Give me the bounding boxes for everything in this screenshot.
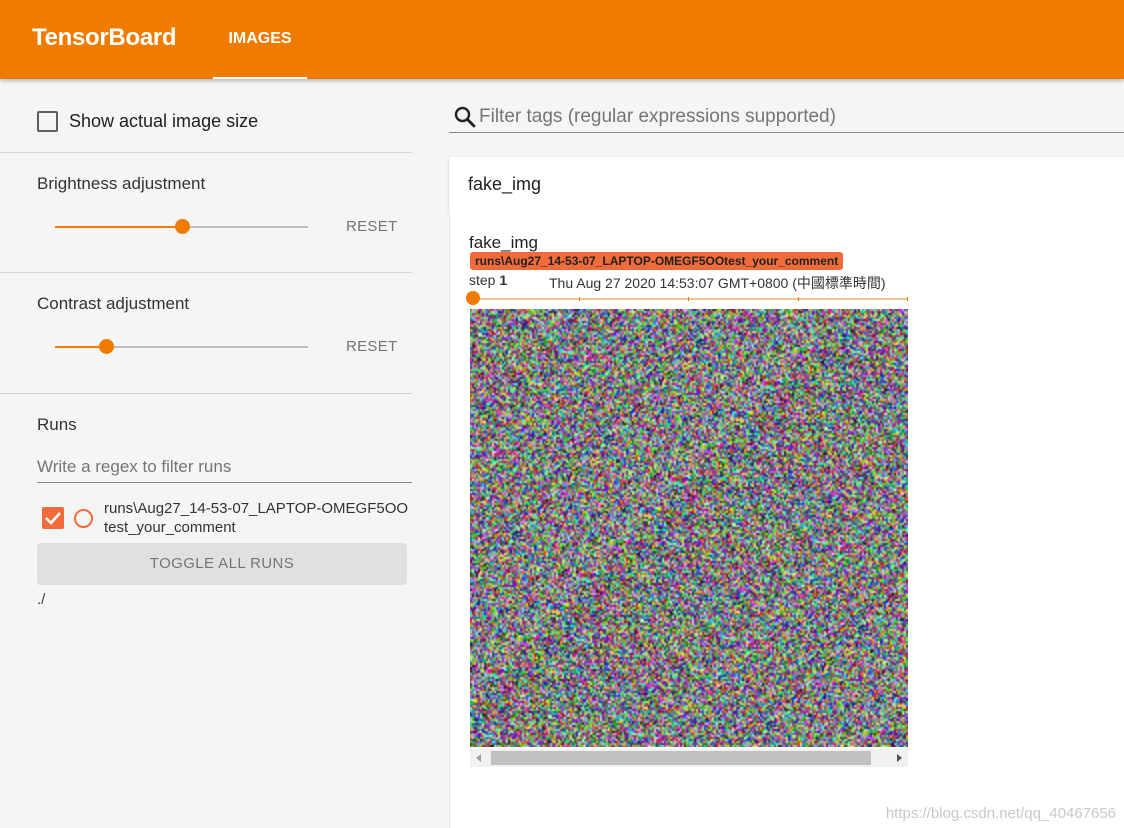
main-panel: fake_img fake_img runs\Aug27_14-53-07_LA…: [412, 79, 1124, 828]
step-label: step 1: [469, 272, 507, 288]
divider: [0, 152, 412, 153]
checkmark-icon: [45, 512, 61, 525]
step-text: step: [469, 272, 496, 288]
step-tick: [798, 297, 799, 301]
show-actual-size-checkbox[interactable]: [37, 111, 58, 132]
search-icon: [454, 106, 476, 128]
timestamp: Thu Aug 27 2020 14:53:07 GMT+0800 (中國標準時…: [549, 275, 886, 291]
tag-filter-input[interactable]: [479, 103, 1119, 131]
contrast-slider-thumb[interactable]: [99, 339, 114, 354]
brightness-slider-fill: [55, 226, 182, 228]
brightness-slider-thumb[interactable]: [175, 219, 190, 234]
run-name: runs\Aug27_14-53-07_LAPTOP-OMEGF5OOtest_…: [104, 500, 409, 536]
horizontal-scrollbar[interactable]: [470, 749, 908, 767]
scroll-left-arrow-icon[interactable]: [476, 754, 481, 762]
image-card: fake_img runs\Aug27_14-53-07_LAPTOP-OMEG…: [449, 213, 1124, 828]
show-actual-size-label: Show actual image size: [69, 111, 259, 131]
app-header: TensorBoard IMAGES: [0, 0, 1124, 79]
run-chip: runs\Aug27_14-53-07_LAPTOP-OMEGF5OOtest_…: [470, 252, 844, 270]
tab-images[interactable]: IMAGES: [213, 0, 307, 79]
brightness-label: Brightness adjustment: [37, 174, 206, 193]
divider: [0, 393, 412, 394]
run-checkbox[interactable]: [42, 507, 64, 529]
card-title: fake_img: [469, 233, 538, 252]
watermark: https://blog.csdn.net/qq_40467656: [885, 805, 1116, 822]
step-value: 1: [499, 272, 508, 288]
active-tab-indicator: [213, 77, 307, 79]
step-slider[interactable]: [466, 291, 908, 305]
brightness-reset-button[interactable]: RESET: [346, 218, 398, 235]
runs-title: Runs: [37, 415, 77, 434]
scrollbar-thumb[interactable]: [491, 751, 871, 765]
scroll-right-arrow-icon[interactable]: [897, 754, 902, 762]
logdir-path: ./: [37, 591, 46, 608]
contrast-reset-button[interactable]: RESET: [346, 338, 398, 355]
contrast-label: Contrast adjustment: [37, 294, 190, 313]
tab-images-label: IMAGES: [228, 30, 292, 47]
sidebar: Show actual image size Brightness adjust…: [0, 79, 412, 828]
category-title: fake_img: [468, 174, 542, 194]
brightness-slider[interactable]: [55, 219, 308, 234]
run-color-radio[interactable]: [74, 509, 93, 528]
step-slider-thumb[interactable]: [466, 291, 480, 305]
step-tick: [579, 297, 580, 301]
contrast-slider[interactable]: [55, 339, 308, 354]
category-header[interactable]: fake_img: [449, 157, 1124, 213]
toggle-all-runs-button[interactable]: TOGGLE ALL RUNS: [37, 543, 407, 585]
runs-filter-input[interactable]: [37, 451, 412, 483]
step-tick: [688, 297, 689, 301]
divider: [0, 272, 412, 273]
step-tick: [907, 297, 908, 301]
random-noise-image: [470, 309, 908, 747]
app-title: TensorBoard: [32, 24, 177, 51]
tag-filter: [449, 101, 1124, 133]
